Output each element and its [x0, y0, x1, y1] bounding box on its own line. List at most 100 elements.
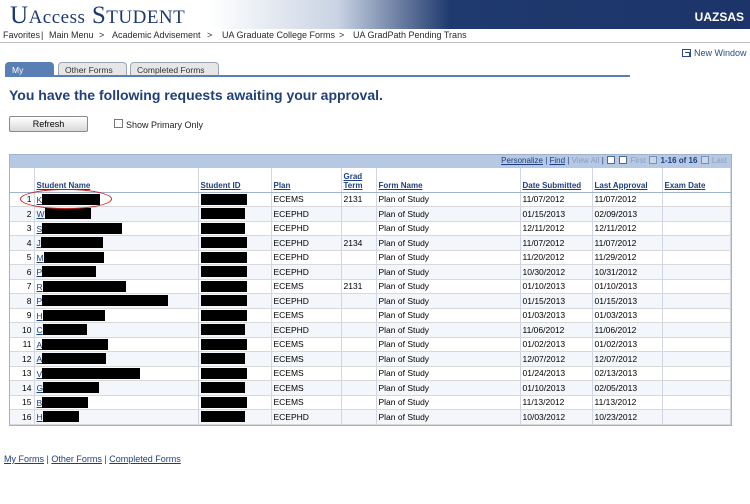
- form-name-cell: Plan of Study: [376, 380, 521, 396]
- plan-cell: ECEMS: [271, 279, 342, 294]
- col-last-approval[interactable]: Last Approval: [592, 168, 663, 193]
- redaction-bar: [200, 280, 247, 292]
- new-window-link[interactable]: New Window: [682, 48, 747, 58]
- table-header-row: Student Name Student ID Plan Grad Term F…: [10, 168, 731, 193]
- redaction-bar: [200, 237, 247, 249]
- grad-term-cell: [341, 322, 377, 338]
- form-name-cell: Plan of Study: [376, 308, 521, 323]
- student-id-cell: [198, 395, 272, 410]
- student-name-cell: G: [34, 380, 199, 396]
- last-link[interactable]: Last: [712, 156, 727, 165]
- previous-arrow-icon[interactable]: [649, 156, 658, 164]
- student-id-cell: [198, 293, 272, 309]
- nav-favorites[interactable]: Favorites: [3, 30, 40, 40]
- tab-other-forms[interactable]: Other Forms: [58, 62, 127, 76]
- date-submitted-cell: 11/13/2012: [520, 395, 593, 410]
- table-row: 6 P ECEPHD Plan of Study 10/30/2012 10/31/201…: [10, 264, 731, 280]
- row-number: 11: [10, 337, 35, 352]
- nav-academic-advisement[interactable]: Academic Advisement: [112, 30, 201, 40]
- bottom-link-my-forms[interactable]: My Forms: [4, 454, 44, 464]
- student-name-cell: P: [34, 293, 199, 309]
- grad-term-cell: [341, 380, 377, 396]
- page-title: You have the following requests awaiting…: [9, 87, 383, 103]
- redaction-bar: [42, 338, 109, 350]
- row-number: 4: [10, 235, 35, 251]
- table-row: 2 W ECEPHD Plan of Study 01/15/2013 02/09/201…: [10, 206, 731, 222]
- col-row-number: [10, 168, 35, 193]
- bottom-link-other-forms[interactable]: Other Forms: [51, 454, 102, 464]
- bottom-link-completed-forms[interactable]: Completed Forms: [109, 454, 181, 464]
- form-name-cell: Plan of Study: [376, 192, 521, 207]
- plan-cell: ECEMS: [271, 308, 342, 323]
- table-row: 16 H ECEPHD Plan of Study 10/03/2012 10/23/20…: [10, 409, 731, 425]
- col-grad-term[interactable]: Grad Term: [341, 168, 377, 193]
- new-window-icon: [682, 49, 691, 57]
- student-name-link[interactable]: G: [37, 383, 44, 393]
- plan-cell: ECEPHD: [271, 264, 342, 280]
- redaction-bar: [200, 411, 245, 423]
- student-name-cell: H: [34, 308, 199, 323]
- plan-cell: ECEPHD: [271, 409, 342, 425]
- personalize-link[interactable]: Personalize: [501, 156, 543, 165]
- plan-cell: ECEMS: [271, 366, 342, 381]
- col-date-submitted[interactable]: Date Submitted: [520, 168, 593, 193]
- col-plan[interactable]: Plan: [271, 168, 342, 193]
- student-id-cell: [198, 264, 272, 280]
- plan-cell: ECEMS: [271, 337, 342, 352]
- student-id-cell: [198, 221, 272, 236]
- redaction-bar: [200, 266, 247, 278]
- date-submitted-cell: 11/20/2012: [520, 250, 593, 265]
- col-student-id[interactable]: Student ID: [198, 168, 272, 193]
- refresh-button[interactable]: Refresh: [9, 116, 88, 132]
- last-approval-cell: 01/02/2013: [592, 337, 663, 352]
- table-row: 7 R ECEMS 2131 Plan of Study 01/10/2013 01/10/…: [10, 279, 731, 294]
- breadcrumb: Favorites | Main Menu > Academic Advisem…: [0, 29, 750, 43]
- download-icon[interactable]: [607, 156, 615, 164]
- last-approval-cell: 10/23/2012: [592, 409, 663, 425]
- redaction-bar: [42, 222, 123, 234]
- nav-gradpath-pending[interactable]: UA GradPath Pending Trans: [353, 30, 467, 40]
- last-approval-cell: 02/09/2013: [592, 206, 663, 222]
- student-name-cell: B: [34, 395, 199, 410]
- nav-main-menu[interactable]: Main Menu: [49, 30, 94, 40]
- view-all-link[interactable]: View All: [572, 156, 600, 165]
- student-id-cell: [198, 366, 272, 381]
- date-submitted-cell: 11/06/2012: [520, 322, 593, 338]
- row-number: 13: [10, 366, 35, 381]
- table-row: 1 K ECEMS 2131 Plan of Study 11/07/2012 11/07/…: [10, 192, 731, 207]
- nav-grad-college-forms[interactable]: UA Graduate College Forms: [222, 30, 335, 40]
- annotation-circle: [20, 189, 112, 209]
- student-name-link[interactable]: W: [37, 209, 45, 219]
- last-approval-cell: 11/07/2012: [592, 235, 663, 251]
- tab-my-forms[interactable]: My Forms: [5, 62, 54, 85]
- col-exam-date[interactable]: Exam Date: [662, 168, 731, 193]
- exam-date-cell: [662, 380, 731, 396]
- redaction-bar: [42, 411, 79, 423]
- row-number: 7: [10, 279, 35, 294]
- tab-completed-forms[interactable]: Completed Forms: [130, 62, 219, 76]
- table-row: 11 A ECEMS Plan of Study 01/02/2013 01/02/201…: [10, 337, 731, 352]
- next-arrow-icon[interactable]: [700, 156, 709, 164]
- exam-date-cell: [662, 206, 731, 222]
- form-name-cell: Plan of Study: [376, 221, 521, 236]
- grad-term-cell: [341, 250, 377, 265]
- grad-term-cell: 2134: [341, 235, 377, 251]
- plan-cell: ECEPHD: [271, 206, 342, 222]
- find-link[interactable]: Find: [550, 156, 566, 165]
- student-name-cell: C: [34, 322, 199, 338]
- redaction-bar: [43, 251, 104, 263]
- first-link[interactable]: First: [630, 156, 646, 165]
- date-submitted-cell: 01/15/2013: [520, 206, 593, 222]
- show-primary-checkbox[interactable]: [114, 119, 123, 128]
- last-approval-cell: 12/11/2012: [592, 221, 663, 236]
- student-name-link[interactable]: M: [37, 253, 44, 263]
- student-id-cell: [198, 308, 272, 323]
- grid-view-icon[interactable]: [619, 156, 628, 164]
- last-approval-cell: 02/13/2013: [592, 366, 663, 381]
- grad-term-cell: [341, 221, 377, 236]
- requests-table: Student Name Student ID Plan Grad Term F…: [10, 168, 731, 425]
- student-name-cell: A: [34, 337, 199, 352]
- col-form-name[interactable]: Form Name: [376, 168, 521, 193]
- grad-term-cell: [341, 293, 377, 309]
- form-name-cell: Plan of Study: [376, 366, 521, 381]
